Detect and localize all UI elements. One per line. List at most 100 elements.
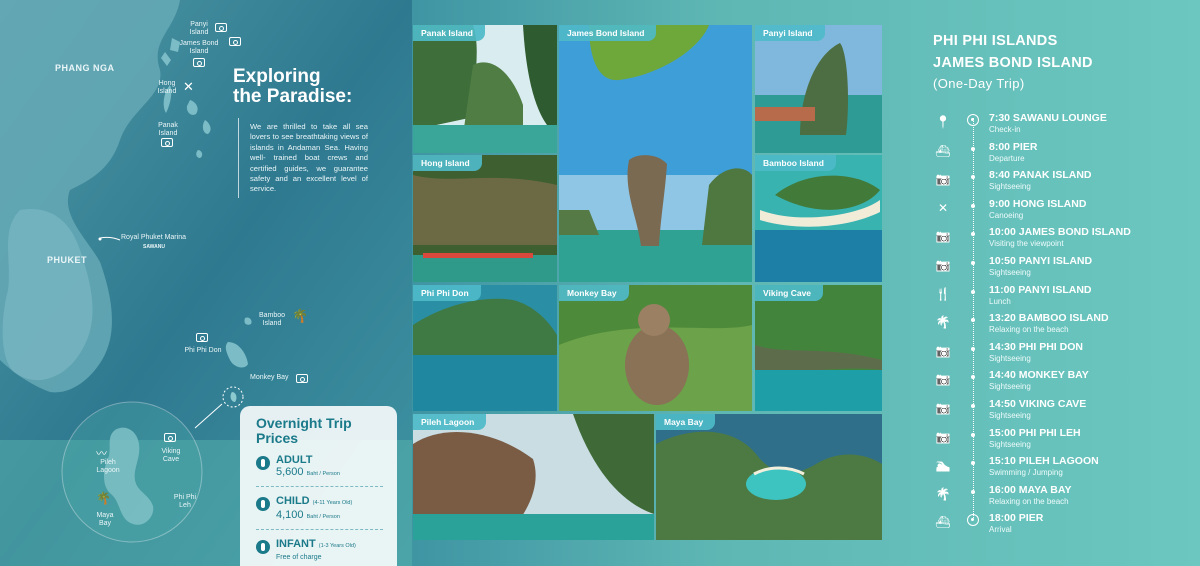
photo-monkey-bay: Monkey Bay [559, 285, 752, 411]
camera-icon: 📷 [935, 258, 951, 272]
timeline-marker [967, 114, 979, 126]
timeline-stop: 📷 14:30 PHI PHI DON Sightseeing [928, 341, 1188, 369]
price-note: (1-3 Years Old) [318, 543, 356, 549]
palm-tree-icon: 🌴 [935, 315, 951, 330]
price-value: 4,100 Baht / Person [276, 509, 352, 523]
timeline-stop: ✕ 9:00 HONG ISLAND Canoeing [928, 198, 1188, 226]
stop-activity: Arrival [989, 525, 1012, 535]
timeline-stop: 📷 14:40 MONKEY BAY Sightseeing [928, 369, 1188, 397]
photo-image [413, 25, 557, 153]
trip-title-line1: PHI PHI ISLANDS [933, 33, 1058, 49]
timeline-marker [971, 289, 975, 294]
stop-time-place: 11:00 PANYI ISLAND [989, 283, 1092, 296]
marina-brand-logo: SAWANU [143, 244, 165, 250]
stop-activity: Sightseeing [989, 382, 1031, 392]
map-label-bamboo: Bamboo Island [258, 312, 286, 327]
photo-label: Viking Cave [755, 285, 824, 301]
prices-title: Overnight Trip Prices [256, 416, 383, 446]
intro-title-line2: the Paradise: [233, 86, 353, 107]
timeline-stop: ⛴ 8:00 PIER Departure [928, 141, 1188, 169]
timeline-marker [971, 146, 975, 151]
palm-tree-icon: 🌴 [96, 491, 111, 505]
stop-time-place: 10:00 JAMES BOND ISLAND [989, 226, 1131, 239]
photo-phi-phi-don: Phi Phi Don [413, 285, 557, 411]
photo-image [755, 25, 882, 153]
price-row-infant: INFANT (1-3 Years Old) Free of charge [256, 538, 383, 564]
stop-activity: Lunch [989, 296, 1011, 306]
map-label-james-bond: James Bond Island [179, 40, 219, 55]
map-label-marina: Royal Phuket Marina [121, 234, 186, 241]
timeline-marker [971, 232, 975, 237]
trip-subtitle: (One-Day Trip) [933, 76, 1025, 91]
camera-icon [215, 23, 227, 32]
camera-icon: 📷 [935, 429, 951, 444]
timeline-marker [971, 375, 975, 380]
stop-activity: Departure [989, 153, 1025, 163]
timeline-marker [971, 404, 975, 408]
camera-icon: 📷 [935, 401, 951, 415]
camera-icon [164, 433, 176, 442]
stop-activity: Sightseeing [989, 439, 1031, 449]
photo-label: Pileh Lagoon [413, 414, 487, 430]
intro-body: We are thrilled to take all sea lovers t… [250, 122, 368, 194]
price-value: Free of charge [276, 554, 322, 561]
map-label-panyi: Panyi Island [189, 21, 209, 36]
camera-icon [196, 333, 208, 342]
price-row-child: CHILD (4-11 Years Old) 4,100 Baht / Pers… [256, 495, 383, 523]
stop-activity: Relaxing on the beach [989, 496, 1069, 506]
map-label-phi-phi-don: Phi Phi Don [184, 347, 222, 354]
stop-time-place: 14:40 MONKEY BAY [989, 369, 1089, 382]
stop-time-place: 13:20 BAMBOO ISLAND [989, 312, 1109, 325]
timeline-stop: 📷 15:00 PHI PHI LEH Sightseeing [928, 427, 1188, 455]
photo-image [755, 155, 882, 282]
photo-label: Panyi Island [755, 25, 825, 41]
photo-label: Phi Phi Don [413, 285, 481, 301]
photo-image [413, 285, 557, 411]
intro-title: Exploring the Paradise: [233, 67, 352, 107]
swimmer-icon: 🏊 [935, 458, 951, 473]
price-name: ADULT [276, 454, 313, 466]
timeline-stop: 📷 10:50 PANYI ISLAND Sightseeing [928, 255, 1188, 283]
camera-icon: 📷 [935, 372, 951, 387]
trip-title: PHI PHI ISLANDS JAMES BOND ISLAND [933, 30, 1093, 74]
photo-image [413, 155, 557, 282]
price-value: 5,600 Baht / Person [276, 466, 340, 480]
photo-bamboo-island: Bamboo Island [755, 155, 882, 282]
price-name-text: INFANT [276, 538, 316, 550]
timeline-marker [971, 203, 975, 208]
camera-icon [161, 138, 173, 147]
map-label-monkey-bay: Monkey Bay [250, 374, 289, 381]
photo-label: Panak Island [413, 25, 485, 41]
divider [256, 529, 383, 530]
stop-time-place: 16:00 MAYA BAY [989, 483, 1072, 496]
map-label-panak: Panak Island [158, 122, 178, 137]
price-name: CHILD (4-11 Years Old) [276, 495, 352, 509]
boat-icon: ⛴ [935, 515, 951, 530]
trip-title-line2: JAMES BOND ISLAND [933, 55, 1093, 71]
map-label-phi-phi-leh: Phi Phi Leh [173, 494, 197, 509]
map-panel: PHANG NGA PHUKET Panyi Island James Bond… [0, 0, 412, 566]
camera-icon: 📷 [935, 343, 951, 358]
timeline-marker [971, 432, 975, 437]
photo-maya-bay: Maya Bay [656, 414, 882, 540]
price-row-adult: ADULT 5,600 Baht / Person [256, 454, 383, 480]
photo-label: Maya Bay [656, 414, 716, 430]
stop-time-place: 15:10 PILEH LAGOON [989, 455, 1099, 468]
price-amount: 5,600 [276, 466, 304, 478]
stop-activity: Sightseeing [989, 182, 1031, 192]
photo-image [755, 285, 882, 411]
map-label-viking-cave: Viking Cave [161, 448, 181, 463]
stop-time-place: 15:00 PHI PHI LEH [989, 426, 1081, 439]
price-unit: Baht / Person [306, 514, 340, 520]
photo-label: Hong Island [413, 155, 482, 171]
stop-time-place: 7:30 SAWANU LOUNGE [989, 112, 1107, 124]
cutlery-icon: 🍴 [935, 286, 951, 301]
paddles-icon: ✕ [183, 79, 194, 94]
stop-time-place: 8:40 PANAK ISLAND [989, 169, 1092, 182]
child-person-icon [256, 497, 270, 511]
prices-card: Overnight Trip Prices ADULT 5,600 Baht /… [240, 406, 397, 566]
boat-icon: ⛴ [935, 143, 951, 158]
stop-activity: Sightseeing [989, 353, 1031, 363]
prices-title-line2: Prices [256, 430, 299, 446]
timeline-stop: 📍 7:30 SAWANU LOUNGE Check-in [928, 112, 1188, 140]
